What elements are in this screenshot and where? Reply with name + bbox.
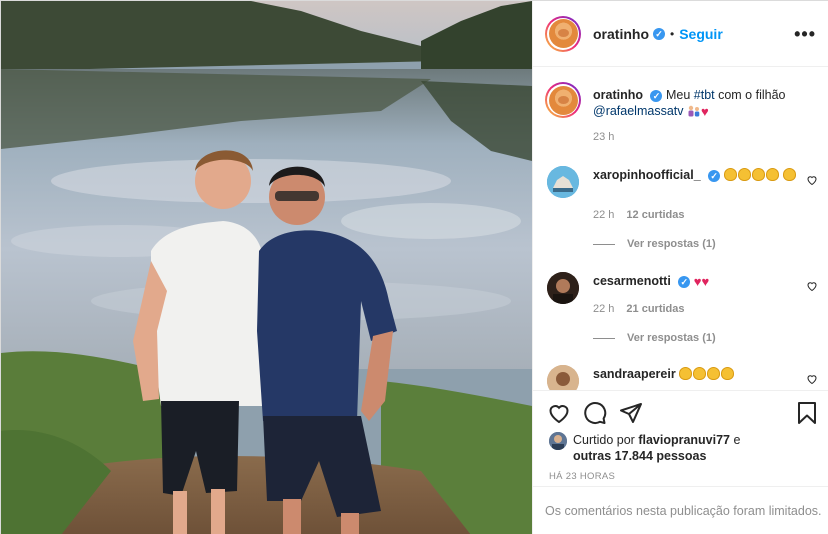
family-emoji-icon: [688, 105, 700, 117]
liked-by: Curtido por flaviopranuvi77 e outras 17.…: [549, 432, 773, 464]
red-heart-emoji-icon: ♥: [701, 274, 710, 289]
caption-time[interactable]: 23 h: [593, 131, 614, 143]
follow-button[interactable]: Seguir: [679, 26, 723, 42]
clap-emoji-icon: [765, 168, 779, 181]
red-heart-emoji-icon: ♥: [700, 104, 709, 119]
clap-emoji-icon: [783, 168, 797, 181]
verified-badge-icon: ✓: [708, 169, 721, 182]
caption-meta: 23 h: [593, 131, 614, 143]
clap-emoji-icon: [693, 367, 707, 380]
comment-time[interactable]: 22 h: [593, 303, 614, 315]
liked-by-others[interactable]: outras 17.844 pessoas: [573, 449, 706, 463]
commenter-username[interactable]: cesarmenotti: [593, 274, 671, 288]
clap-emoji-icon: [707, 367, 721, 380]
clap-emoji-icon: [751, 168, 765, 181]
comment-likes[interactable]: 12 curtidas: [626, 209, 684, 221]
author-username[interactable]: oratinho: [593, 26, 649, 42]
liked-by-avatar[interactable]: [549, 432, 567, 450]
liked-by-prefix: Curtido por: [573, 433, 639, 447]
comments-list[interactable]: oratinho ✓ Meu #tbt com o filhão @rafael…: [533, 68, 828, 390]
replies-line: [593, 337, 615, 339]
verified-badge-icon: ✓: [650, 89, 663, 102]
post-timestamp[interactable]: HÁ 23 HORAS: [549, 471, 615, 482]
post-side-panel: oratinho ✓ • Seguir ••• oratinho ✓ Meu #…: [532, 1, 828, 534]
view-replies-label: Ver respostas (1): [627, 332, 716, 344]
liked-by-text: Curtido por flaviopranuvi77 e outras 17.…: [573, 432, 773, 464]
comments-limited-notice: Os comentários nesta publicação foram li…: [533, 486, 828, 534]
share-icon[interactable]: [619, 401, 643, 425]
caption-row: oratinho ✓ Meu #tbt com o filhão @rafael…: [545, 82, 822, 144]
caption-hashtag[interactable]: #tbt: [694, 88, 715, 102]
comment-like-heart-icon[interactable]: [806, 373, 818, 385]
view-replies-button[interactable]: Ver respostas (1): [593, 238, 716, 250]
caption-text: oratinho ✓ Meu #tbt com o filhão @rafael…: [593, 87, 798, 120]
red-heart-emoji-icon: ♥: [693, 274, 702, 289]
caption-mention[interactable]: @rafaelmassatv: [593, 104, 684, 118]
comment-text: sandraapereir: [593, 366, 798, 382]
comment-meta: 22 h 12 curtidas: [593, 209, 685, 221]
caption-text-part: com o filhão: [714, 88, 786, 102]
post-header: oratinho ✓ • Seguir •••: [533, 1, 828, 67]
view-replies-button[interactable]: Ver respostas (1): [593, 332, 716, 344]
separator-dot: •: [670, 26, 675, 41]
caption-author-avatar[interactable]: [545, 82, 581, 118]
verified-badge-icon: ✓: [678, 275, 691, 288]
caption-text-part: Meu: [665, 88, 694, 102]
post-frame: oratinho ✓ • Seguir ••• oratinho ✓ Meu #…: [0, 0, 828, 534]
author-avatar[interactable]: [545, 15, 581, 52]
commenter-avatar[interactable]: [547, 272, 579, 304]
comment-like-heart-icon[interactable]: [806, 174, 818, 186]
liked-by-mid: e: [730, 433, 741, 447]
caption-username[interactable]: oratinho: [593, 88, 643, 102]
comment-row: xaropinhoofficial_ ✓ 22 h 12 curtidas Ver…: [547, 166, 822, 256]
replies-line: [593, 243, 615, 245]
more-options-icon[interactable]: •••: [794, 24, 816, 45]
comment-meta: 22 h 21 curtidas: [593, 303, 685, 315]
clap-emoji-icon: [723, 168, 737, 181]
clap-emoji-icon: [679, 367, 693, 380]
verified-badge-icon: ✓: [653, 27, 665, 40]
comment-likes[interactable]: 21 curtidas: [626, 303, 684, 315]
comment-row: cesarmenotti ✓ ♥♥ 22 h 21 curtidas Ver re…: [547, 272, 822, 362]
post-photo[interactable]: [1, 1, 532, 534]
commenter-avatar[interactable]: [547, 166, 579, 198]
comment-text: xaropinhoofficial_ ✓: [593, 167, 798, 183]
comment-like-heart-icon[interactable]: [806, 280, 818, 292]
commenter-avatar[interactable]: [547, 365, 579, 390]
comment-time[interactable]: 22 h: [593, 209, 614, 221]
comment-row: sandraapereir: [547, 365, 822, 390]
heart-icon[interactable]: [547, 401, 571, 425]
clap-emoji-icon: [721, 367, 735, 380]
liked-by-user[interactable]: flaviopranuvi77: [638, 433, 730, 447]
clap-emoji-icon: [737, 168, 751, 181]
comment-text: cesarmenotti ✓ ♥♥: [593, 273, 798, 290]
commenter-username[interactable]: sandraapereir: [593, 367, 676, 381]
commenter-username[interactable]: xaropinhoofficial_: [593, 168, 701, 182]
view-replies-label: Ver respostas (1): [627, 238, 716, 250]
comment-icon[interactable]: [583, 401, 607, 425]
bookmark-icon[interactable]: [795, 401, 819, 425]
